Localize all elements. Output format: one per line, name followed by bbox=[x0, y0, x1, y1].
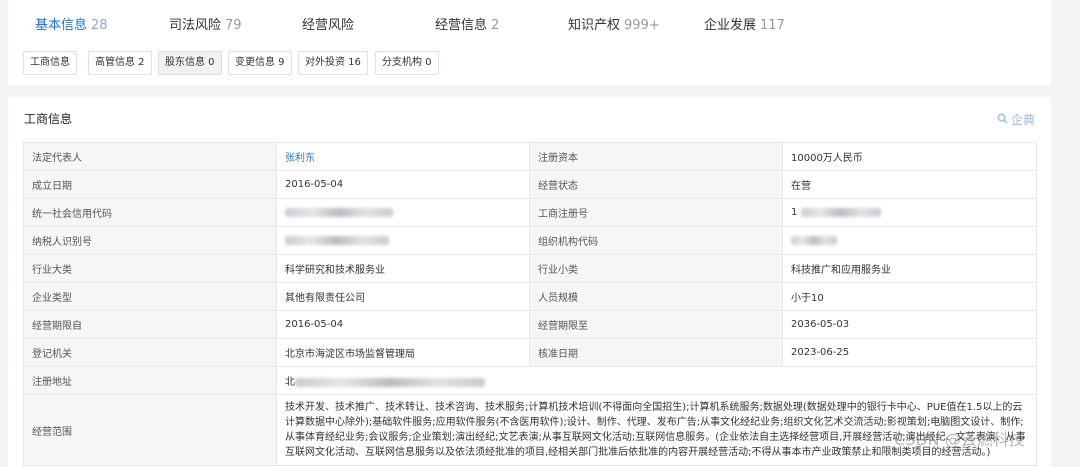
company-type-value: 其他有限责任公司 bbox=[276, 282, 530, 311]
table-row: 注册地址 北 bbox=[23, 366, 1037, 395]
table-row: 登记机关 北京市海淀区市场监督管理局 核准日期 2023-06-25 bbox=[23, 338, 1037, 367]
tab-development[interactable]: 企业发展 117 bbox=[704, 14, 785, 33]
org-code-label: 组织机构代码 bbox=[529, 226, 783, 255]
reg-number-label: 工商注册号 bbox=[529, 198, 783, 227]
tab-business-info[interactable]: 经营信息 2 bbox=[435, 14, 499, 33]
sub-industry-value: 科技推广和应用服务业 bbox=[782, 254, 1037, 283]
subtab-changes[interactable]: 变更信息 9 bbox=[228, 51, 292, 75]
approval-date-value: 2023-06-25 bbox=[782, 338, 1037, 367]
business-info-table: 法定代表人 张利东 注册资本 10000万人民币 成立日期 2016-05-04… bbox=[23, 142, 1037, 466]
tab-label: 企业发展 bbox=[704, 18, 757, 33]
founded-date-label: 成立日期 bbox=[23, 170, 277, 199]
legal-rep-label: 法定代表人 bbox=[23, 142, 277, 171]
redacted-value bbox=[285, 235, 389, 245]
tab-count: 2 bbox=[491, 18, 500, 33]
term-start-value: 2016-05-04 bbox=[276, 310, 530, 339]
tax-id-value bbox=[276, 226, 530, 255]
redacted-value bbox=[285, 207, 393, 217]
tab-label: 基本信息 bbox=[35, 18, 88, 33]
business-status-value: 在营 bbox=[782, 170, 1037, 199]
business-info-card: 工商信息 企典 法定代表人 张利东 注册资本 10000万人民币 成立日期 20… bbox=[8, 97, 1051, 467]
staff-size-value: 小于10 bbox=[782, 282, 1037, 311]
tax-id-label: 纳税人识别号 bbox=[23, 226, 277, 255]
tab-label: 经营信息 bbox=[435, 18, 488, 33]
tab-label: 经营风险 bbox=[302, 18, 355, 33]
tab-count: 79 bbox=[225, 18, 242, 33]
table-row: 企业类型 其他有限责任公司 人员规模 小于10 bbox=[23, 282, 1037, 311]
address-label: 注册地址 bbox=[23, 366, 277, 395]
redacted-value bbox=[791, 235, 837, 245]
tab-count: 117 bbox=[760, 18, 785, 33]
sub-industry-label: 行业小类 bbox=[529, 254, 783, 283]
reg-number-cell: 1 bbox=[782, 198, 1037, 227]
brand-link[interactable]: 企典 bbox=[997, 111, 1035, 128]
legal-rep-link[interactable]: 张利东 bbox=[276, 142, 530, 171]
authority-value: 北京市海淀区市场监督管理局 bbox=[276, 338, 530, 367]
search-icon bbox=[997, 113, 1008, 127]
registered-capital-value: 10000万人民币 bbox=[782, 142, 1037, 171]
table-row: 经营期限自 2016-05-04 经营期限至 2036-05-03 bbox=[23, 310, 1037, 339]
tab-label: 司法风险 bbox=[169, 18, 222, 33]
tab-business-risk[interactable]: 经营风险 bbox=[302, 14, 358, 33]
address-cell: 北 bbox=[276, 366, 1037, 395]
section-title: 工商信息 bbox=[24, 112, 73, 126]
credit-code-value bbox=[276, 198, 530, 227]
authority-label: 登记机关 bbox=[23, 338, 277, 367]
industry-label: 行业大类 bbox=[23, 254, 277, 283]
subtab-investments[interactable]: 对外投资 16 bbox=[298, 51, 368, 75]
table-row: 成立日期 2016-05-04 经营状态 在营 bbox=[23, 170, 1037, 199]
term-start-label: 经营期限自 bbox=[23, 310, 277, 339]
table-row: 统一社会信用代码 工商注册号 1 bbox=[23, 198, 1037, 227]
table-row: 法定代表人 张利东 注册资本 10000万人民币 bbox=[23, 142, 1037, 171]
redacted-value bbox=[800, 207, 881, 217]
approval-date-label: 核准日期 bbox=[529, 338, 783, 367]
subtab-business-registration[interactable]: 工商信息 bbox=[23, 51, 77, 75]
address-value: 北 bbox=[285, 377, 295, 388]
tab-label: 知识产权 bbox=[568, 18, 621, 33]
founded-date-value: 2016-05-04 bbox=[276, 170, 530, 199]
main-tabs: 基本信息 28 司法风险 79 经营风险 经营信息 2 知识产权 999+ 企业发展 11… bbox=[8, 0, 1051, 46]
tab-intellectual-property[interactable]: 知识产权 999+ bbox=[568, 14, 660, 33]
tab-basic-info[interactable]: 基本信息 28 bbox=[35, 14, 108, 33]
tab-legal-risk[interactable]: 司法风险 79 bbox=[169, 14, 242, 33]
table-row: 经营范围 技术开发、技术推广、技术转让、技术咨询、技术服务;计算机技术培训(不得… bbox=[23, 394, 1037, 466]
tabs-card: 基本信息 28 司法风险 79 经营风险 经营信息 2 知识产权 999+ 企业发展 11… bbox=[8, 0, 1051, 85]
reg-number-value: 1 bbox=[791, 207, 798, 218]
org-code-value bbox=[782, 226, 1037, 255]
industry-value: 科学研究和技术服务业 bbox=[276, 254, 530, 283]
table-row: 纳税人识别号 组织机构代码 bbox=[23, 226, 1037, 255]
registered-capital-label: 注册资本 bbox=[529, 142, 783, 171]
tab-count: 28 bbox=[91, 18, 108, 33]
subtab-branches[interactable]: 分支机构 0 bbox=[375, 51, 439, 75]
tab-count: 999+ bbox=[624, 18, 660, 33]
term-end-value: 2036-05-03 bbox=[782, 310, 1037, 339]
subtab-executives[interactable]: 高管信息 2 bbox=[88, 51, 152, 75]
brand-label: 企典 bbox=[1010, 113, 1035, 127]
redacted-value bbox=[295, 377, 485, 387]
term-end-label: 经营期限至 bbox=[529, 310, 783, 339]
company-type-label: 企业类型 bbox=[23, 282, 277, 311]
table-row: 行业大类 科学研究和技术服务业 行业小类 科技推广和应用服务业 bbox=[23, 254, 1037, 283]
scope-label: 经营范围 bbox=[23, 394, 277, 466]
business-status-label: 经营状态 bbox=[529, 170, 783, 199]
watermark: CSDN @云燃科技 bbox=[894, 430, 1025, 449]
staff-size-label: 人员规模 bbox=[529, 282, 783, 311]
credit-code-label: 统一社会信用代码 bbox=[23, 198, 277, 227]
subtab-shareholders[interactable]: 股东信息 0 bbox=[158, 51, 222, 75]
